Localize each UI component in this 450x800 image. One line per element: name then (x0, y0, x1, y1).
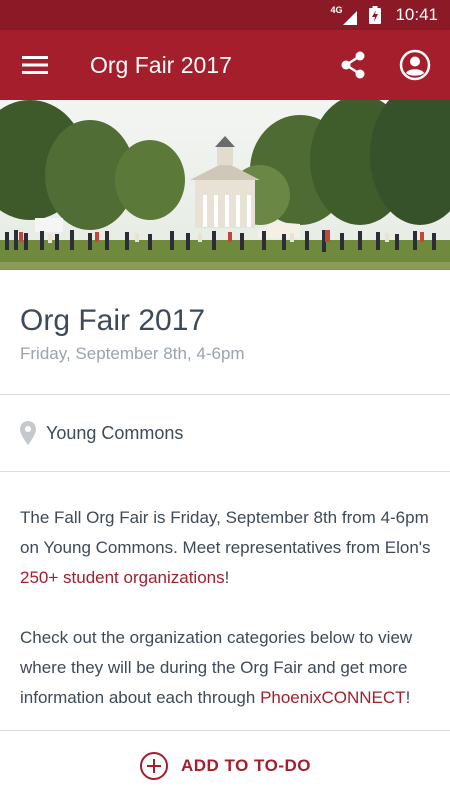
add-to-todo-label: ADD TO TO-DO (180, 755, 312, 775)
add-circle-icon (139, 751, 168, 780)
event-description: The Fall Org Fair is Friday, September 8… (20, 503, 435, 743)
menu-icon (22, 56, 48, 74)
hero-image (0, 100, 450, 270)
event-header: Org Fair 2017 Friday, September 8th, 4-6… (0, 270, 450, 395)
event-date: Friday, September 8th, 4-6pm (20, 344, 245, 363)
signal-icon (343, 11, 358, 25)
location-row[interactable]: Young Commons (0, 395, 450, 472)
phoenixconnect-link[interactable]: PhoenixCONNECT (260, 688, 406, 707)
share-icon (341, 51, 365, 79)
description-paragraph-2: Check out the organization categories be… (20, 623, 435, 713)
menu-button[interactable] (0, 30, 70, 100)
event-title: Org Fair 2017 (20, 304, 206, 337)
account-button[interactable] (384, 30, 446, 100)
campus-photo (0, 100, 450, 270)
app-bar: Org Fair 2017 (0, 30, 450, 100)
clock: 10:41 (395, 5, 438, 24)
description-paragraph-1: The Fall Org Fair is Friday, September 8… (20, 503, 435, 593)
description-text: The Fall Org Fair is Friday, September 8… (20, 508, 431, 557)
app-title: Org Fair 2017 (90, 51, 232, 78)
bottom-action-bar: ADD TO TO-DO (0, 730, 450, 800)
account-icon (399, 49, 431, 81)
location-name: Young Commons (46, 422, 184, 443)
student-organizations-link[interactable]: 250+ student organizations (20, 568, 225, 587)
signal-indicator: 4G (330, 5, 358, 25)
share-button[interactable] (322, 30, 384, 100)
status-bar: 4G 10:41 (0, 0, 450, 30)
description-text-end: ! (405, 688, 411, 707)
network-type: 4G (330, 5, 343, 15)
battery-charging-icon (369, 6, 382, 24)
description-text-end: ! (224, 568, 230, 587)
add-to-todo-button[interactable]: ADD TO TO-DO (139, 751, 311, 781)
location-pin-icon (20, 421, 36, 445)
